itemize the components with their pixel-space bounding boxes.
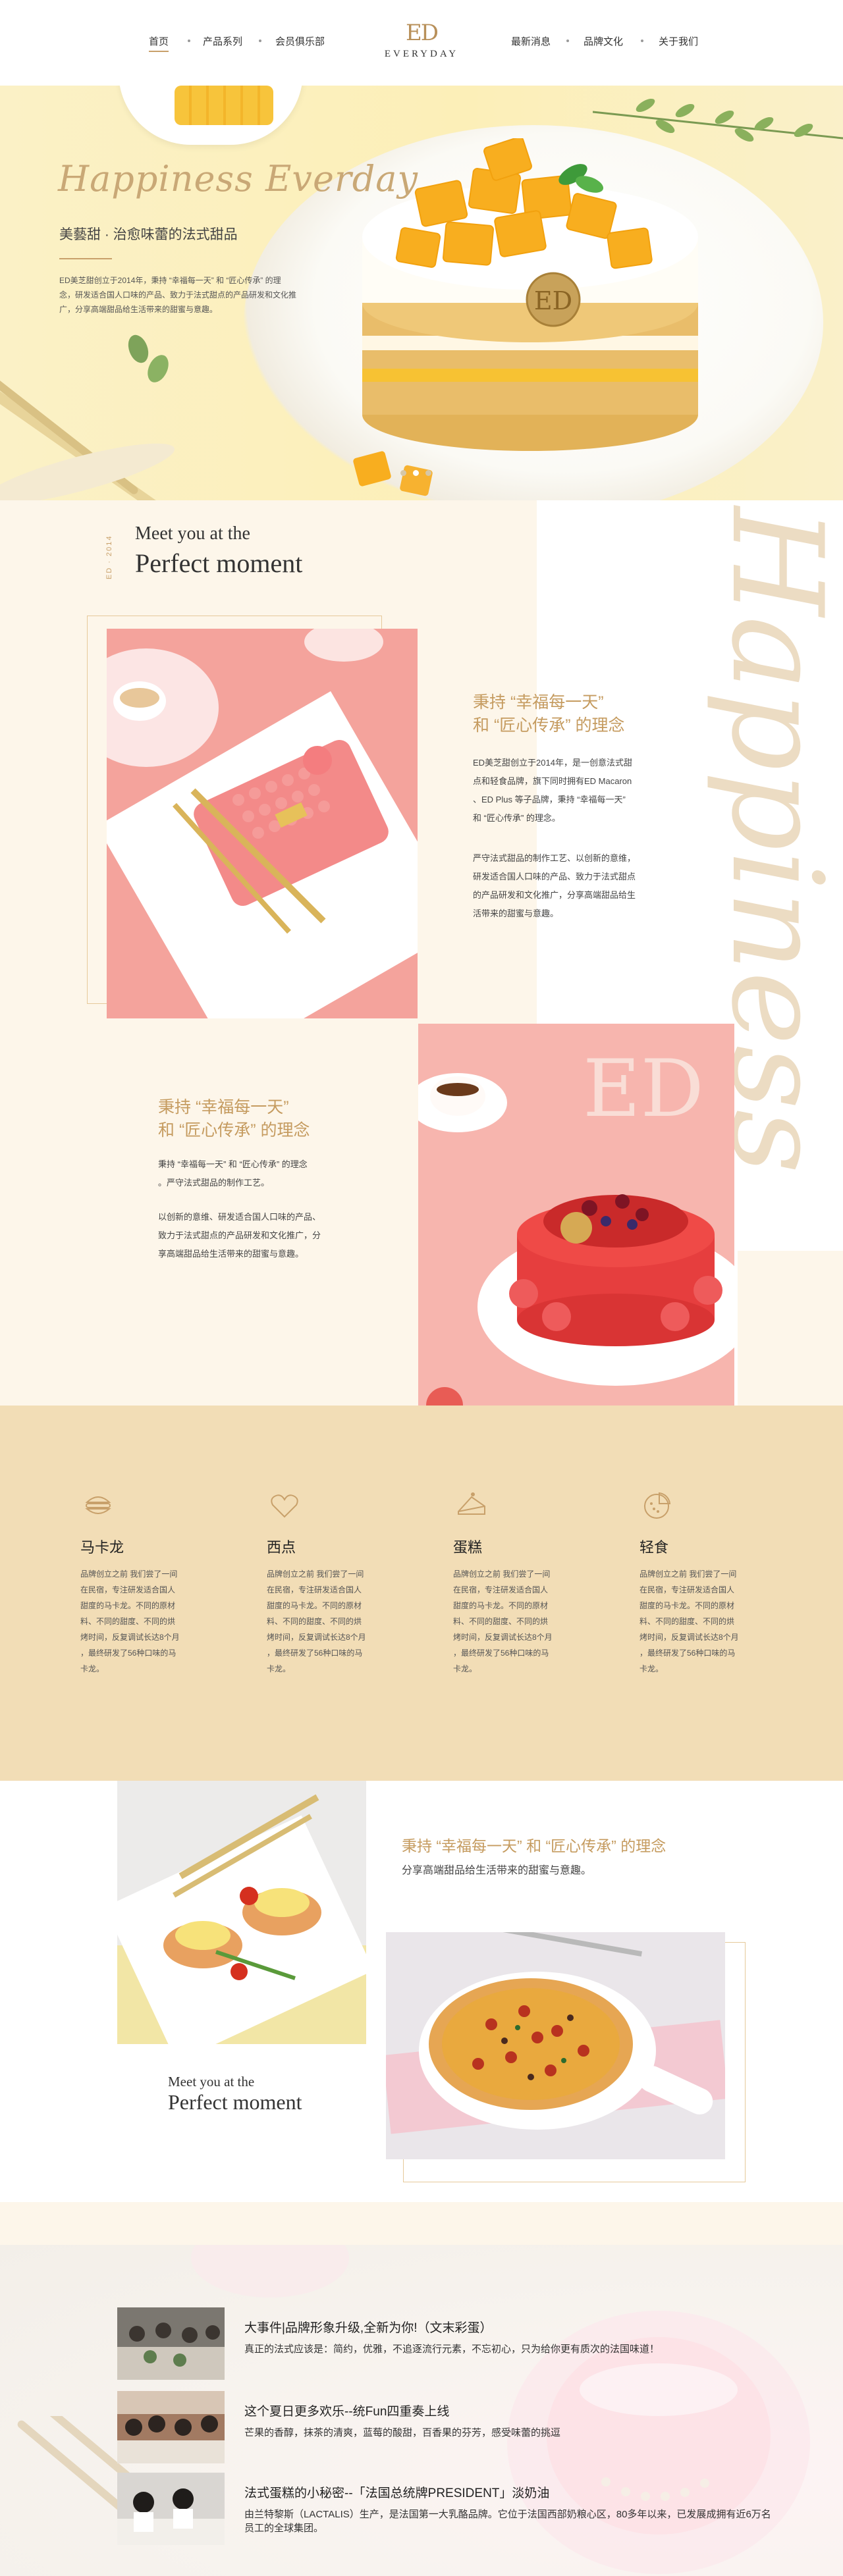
pink-cake-photo (107, 629, 418, 1018)
category-desc: 品牌创立之前 我们尝了一间 在民宿，专注研发适合国人 甜度的马卡龙。不同的原材 料、不… (453, 1569, 553, 1673)
red-cake-photo: ED (418, 1024, 734, 1429)
carousel-dot[interactable] (425, 470, 431, 476)
category-desc: 品牌创立之前 我们尝了一间 在民宿，专注研发适合国人 甜度的马卡龙。不同的原材 料、不… (80, 1569, 180, 1673)
green-leaf (128, 334, 169, 382)
category-cake[interactable]: 蛋糕 品牌创立之前 我们尝了一间 在民宿，专注研发适合国人 甜度的马卡龙。不同的原材… (453, 1488, 578, 1677)
block2-title-line2: 和 “匠心传承” 的理念 (158, 1121, 310, 1140)
news-thumbnail[interactable] (117, 2473, 225, 2545)
news-title[interactable]: 大事件|品牌形象升级,全新为你!（文末彩蛋） (244, 2318, 493, 2336)
perfect-moment-title: Perfect moment (168, 2090, 302, 2114)
news-item[interactable]: 法式蛋糕的小秘密--「法国总统牌PRESIDENT」淡奶油 由兰特黎斯（LACT… (117, 2473, 776, 2545)
meet-you-small: Meet you at the (168, 2074, 255, 2090)
feature-bottom-band (0, 2202, 843, 2245)
hero-description: ED美芝甜创立于2014年，秉持 “幸福每一天” 和 “匠心传承” 的理念，研发… (59, 276, 297, 314)
brand-logo[interactable]: ED EVERYDAY (377, 20, 466, 60)
nav-separator (188, 39, 190, 42)
category-light-food[interactable]: 轻食 品牌创立之前 我们尝了一间 在民宿，专注研发适合国人 甜度的马卡龙。不同的原材… (639, 1488, 765, 1677)
category-desc: 品牌创立之前 我们尝了一间 在民宿，专注研发适合国人 甜度的马卡龙。不同的原材 料、不… (267, 1569, 366, 1673)
category-title: 马卡龙 (80, 1539, 124, 1556)
category-macaron[interactable]: 马卡龙 品牌创立之前 我们尝了一间 在民宿，专注研发适合国人 甜度的马卡龙。不同的原… (80, 1488, 205, 1677)
intro-bg-corner (738, 1251, 843, 1406)
nav-products[interactable]: 产品系列 (203, 34, 242, 48)
news-item[interactable]: 大事件|品牌形象升级,全新为你!（文末彩蛋） 真正的法式应该是：简约，优雅，不追… (117, 2307, 776, 2380)
ed-letters-prop: ED (583, 1043, 704, 1135)
feature-section: 秉持 “幸福每一天” 和 “匠心传承” 的理念 分享高端甜品给生活带来的甜蜜与意… (0, 1781, 843, 2245)
news-desc: 由兰特黎斯（LACTALIS）生产，是法国第一大乳酪品牌。它位于法国西部奶粮心区… (244, 2509, 771, 2534)
category-desc: 品牌创立之前 我们尝了一间 在民宿，专注研发适合国人 甜度的马卡龙。不同的原材 料、不… (639, 1569, 739, 1673)
categories-section: Everday 马卡龙 品牌创立之前 我们尝了一间在民宿，专注研发适合国人甜度的… (0, 1406, 843, 2042)
cake-badge-text: ED (534, 286, 572, 315)
block2-para1: 秉持 “幸福每一天” 和 “匠心传承” 的理念 。严守法式甜品的制作工艺。 (158, 1159, 308, 1188)
cake-icon (458, 1492, 485, 1515)
perfect-moment-title: Perfect moment (135, 548, 303, 578)
block2-title-line1: 秉持 “幸福每一天” (158, 1098, 289, 1117)
news-title[interactable]: 法式蛋糕的小秘密--「法国总统牌PRESIDENT」淡奶油 (244, 2483, 549, 2501)
category-pastry[interactable]: 西点 品牌创立之前 我们尝了一间 在民宿，专注研发适合国人 甜度的马卡龙。不同的原材… (267, 1488, 392, 1677)
eggs-benedict-photo (117, 1781, 366, 2044)
macaron-icon (85, 1496, 111, 1514)
feature-subtitle: 分享高端甜品给生活带来的甜蜜与意趣。 (402, 1865, 592, 1876)
bg-macaron (191, 2245, 349, 2298)
nav-about-us[interactable]: 关于我们 (659, 34, 698, 48)
news-thumbnail[interactable] (117, 2391, 225, 2463)
block1-title-line1: 秉持 “幸福每一天” (473, 693, 604, 712)
feature-title: 秉持 “幸福每一天” 和 “匠心传承” 的理念 (402, 1837, 666, 1854)
hero-subtitle: 美藝甜 · 治愈味蕾的法式甜品 (59, 227, 238, 242)
category-title: 蛋糕 (453, 1539, 483, 1556)
carousel-dot[interactable] (400, 470, 406, 476)
heart-icon (271, 1494, 298, 1518)
category-title: 西点 (267, 1539, 296, 1556)
news-desc: 芒果的香醇，抹茶的清爽，蓝莓的酸甜，百香果的芬芳，感受味蕾的挑逗 (244, 2427, 561, 2438)
nav-separator (259, 39, 261, 42)
hero-divider (59, 258, 112, 259)
mango-bowl (119, 86, 303, 145)
logo-mark: ED (405, 20, 439, 46)
intro-section: Happiness ED · 2014 Meet you at the Perf… (0, 500, 843, 1429)
hero-script-title: Happiness Everday (58, 158, 418, 199)
nav-separator (566, 39, 569, 42)
top-nav: 首页 产品系列 会员俱乐部 ED EVERYDAY 最新消息 品牌文化 关于我们 (0, 0, 843, 86)
hero-banner[interactable]: ED Happiness Everday 美藝甜 · 治愈味蕾的法式甜品 ED美… (0, 86, 843, 500)
carousel-dot[interactable] (413, 470, 419, 476)
founding-date: ED · 2014 (105, 535, 113, 579)
block2-para2: 以创新的意维、研发适合国人口味的产品、 致力于法式甜点的产品研发和文化推广，分 享高… (158, 1212, 321, 1259)
nav-news[interactable]: 最新消息 (511, 34, 551, 48)
block1-para1: ED美芝甜创立于2014年，是一创意法式甜 点和轻食品牌，旗下同时拥有ED Mac… (473, 758, 632, 823)
news-thumbnail[interactable] (117, 2307, 225, 2380)
meet-you-small: Meet you at the (135, 523, 250, 544)
news-desc: 真正的法式应该是：简约，优雅，不追逐流行元素，不忘初心，只为给你更有质次的法国味… (244, 2344, 660, 2355)
carousel-dots (397, 467, 435, 479)
logo-text: EVERYDAY (384, 49, 459, 59)
news-title[interactable]: 这个夏日更多欢乐--统Fun四重奏上线 (244, 2402, 449, 2419)
category-title: 轻食 (639, 1539, 669, 1556)
nav-separator (641, 39, 643, 42)
news-item[interactable]: 这个夏日更多欢乐--统Fun四重奏上线 芒果的香醇，抹茶的清爽，蓝莓的酸甜，百香… (117, 2391, 776, 2463)
pie-icon (644, 1492, 671, 1519)
block1-para2: 严守法式甜品的制作工艺、以创新的意维， 研发适合国人口味的产品、致力于法式甜点 的… (473, 853, 636, 918)
block1-title-line2: 和 “匠心传承” 的理念 (473, 716, 625, 735)
pizza-photo (386, 1932, 725, 2159)
news-section: 大事件|品牌形象升级,全新为你!（文末彩蛋） 真正的法式应该是：简约，优雅，不追… (0, 2245, 843, 2576)
nav-home[interactable]: 首页 (149, 34, 169, 52)
nav-brand-culture[interactable]: 品牌文化 (584, 34, 623, 48)
nav-member-club[interactable]: 会员俱乐部 (275, 34, 325, 48)
